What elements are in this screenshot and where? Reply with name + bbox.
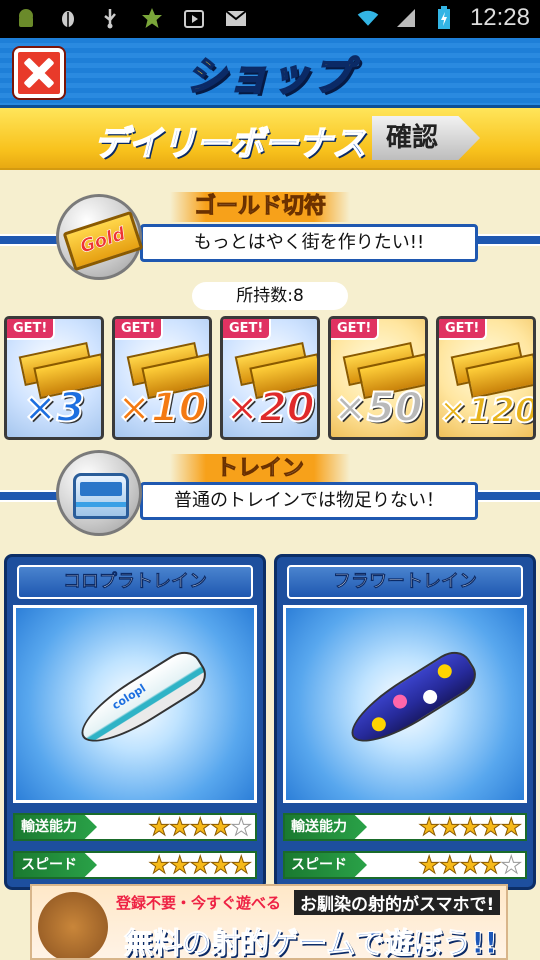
star-filled-icon: ★	[209, 851, 231, 880]
train-image	[283, 605, 527, 803]
gold-ticket-stack-icon	[234, 342, 310, 386]
pack-multiplier: ×20	[224, 384, 315, 432]
star-filled-icon: ★	[168, 851, 190, 880]
shop-header: ショップ	[0, 38, 540, 108]
gold-ticket-stack-icon	[18, 342, 94, 386]
android-icon	[14, 6, 38, 30]
get-tag: GET!	[115, 319, 164, 340]
star-filled-icon: ★	[479, 851, 501, 880]
gold-ticket-badge: Gold	[56, 194, 144, 280]
gold-pack-3[interactable]: GET! ×3	[4, 316, 104, 440]
pack-multiplier: ×120	[439, 390, 536, 432]
gmail-icon	[224, 6, 248, 30]
star-filled-icon: ★	[189, 851, 211, 880]
get-tag: GET!	[331, 319, 380, 340]
star-filled-icon: ★	[230, 851, 252, 880]
bear-mascot-icon	[38, 892, 108, 958]
train-badge	[56, 450, 142, 536]
star-filled-icon: ★	[438, 813, 460, 842]
train-card-colopl[interactable]: コロプラトレイン colopl 輸送能力 ★★★★★ スピード ★★★★★	[4, 554, 266, 890]
stat-capacity: 輸送能力 ★★★★★	[13, 813, 257, 842]
flower-train-illustration	[340, 644, 484, 756]
star-filled-icon: ★	[459, 813, 481, 842]
star-empty-icon: ★	[230, 813, 252, 842]
star-empty-icon: ★	[500, 851, 522, 880]
star-filled-icon: ★	[500, 813, 522, 842]
holding-count: 所持数:8	[192, 282, 348, 310]
pack-multiplier: ×10	[116, 384, 207, 432]
star-filled-icon: ★	[418, 851, 440, 880]
gold-section-message: もっとはやく街を作りたい!!	[140, 224, 478, 262]
battery-icon	[432, 6, 456, 30]
train-name: コロプラトレイン	[17, 565, 253, 599]
train-card-flower[interactable]: フラワートレイン 輸送能力 ★★★★★ スピード ★★★★★	[274, 554, 536, 890]
star-filled-icon: ★	[189, 813, 211, 842]
ad-headline: 無料の射的ゲームで遊ぼう!!	[124, 926, 499, 960]
stat-label: スピード	[15, 853, 97, 877]
rating-stars: ★★★★★	[418, 813, 523, 842]
rating-stars: ★★★★★	[148, 851, 253, 880]
flower-icon	[435, 661, 455, 681]
stat-label: 輸送能力	[15, 815, 97, 839]
flower-icon	[420, 687, 440, 707]
flower-icon	[369, 714, 389, 734]
star-filled-icon: ★	[459, 851, 481, 880]
play-store-icon	[182, 6, 206, 30]
star-filled-icon: ★	[148, 851, 170, 880]
flower-icon	[390, 691, 410, 712]
gold-ticket-stack-icon	[450, 342, 526, 386]
stat-speed: スピード ★★★★★	[13, 851, 257, 880]
status-bar: 12:28	[0, 0, 540, 38]
rating-stars: ★★★★★	[148, 813, 253, 842]
star-filled-icon: ★	[168, 813, 190, 842]
page-title: ショップ	[185, 53, 354, 101]
gold-ticket-icon: Gold	[62, 210, 144, 272]
gold-section-title: ゴールド切符	[170, 192, 350, 222]
daily-bonus-label: デイリーボーナス	[93, 123, 367, 165]
stat-label: 輸送能力	[285, 815, 367, 839]
star-filled-icon: ★	[418, 813, 440, 842]
star-filled-icon: ★	[479, 813, 501, 842]
train-name: フラワートレイン	[287, 565, 523, 599]
stat-speed: スピード ★★★★★	[283, 851, 527, 880]
get-tag: GET!	[7, 319, 56, 340]
get-tag: GET!	[439, 319, 488, 340]
ad-tagline: 登録不要・今すぐ遊べる	[116, 894, 282, 912]
stat-capacity: 輸送能力 ★★★★★	[283, 813, 527, 842]
confirm-button-label: 確認	[386, 123, 439, 153]
gold-pack-50[interactable]: GET! ×50	[328, 316, 428, 440]
clock: 12:28	[469, 4, 530, 31]
ad-subtitle: お馴染の射的がスマホで!	[294, 890, 501, 915]
colopl-train-illustration: colopl	[70, 644, 214, 756]
confirm-button[interactable]: 確認	[372, 116, 480, 160]
get-tag: GET!	[223, 319, 272, 340]
train-section-title: トレイン	[170, 454, 350, 484]
pack-multiplier: ×3	[22, 384, 85, 432]
gold-ticket-stack-icon	[342, 342, 418, 386]
gold-pack-120[interactable]: GET! ×120	[436, 316, 536, 440]
train-logo: colopl	[109, 681, 149, 713]
gold-pack-10[interactable]: GET! ×10	[112, 316, 212, 440]
star-icon	[140, 6, 164, 30]
daily-bonus-bar: デイリーボーナス 確認	[0, 108, 540, 170]
train-section-message: 普通のトレインでは物足りない！	[140, 482, 478, 520]
gold-ticket-stack-icon	[126, 342, 202, 386]
rating-stars: ★★★★★	[418, 851, 523, 880]
ad-banner[interactable]: 登録不要・今すぐ遊べる お馴染の射的がスマホで! 無料の射的ゲームで遊ぼう!!	[30, 884, 508, 960]
wifi-icon	[356, 6, 380, 30]
bug-icon	[56, 6, 80, 30]
train-image: colopl	[13, 605, 257, 803]
stat-label: スピード	[285, 853, 367, 877]
signal-icon	[394, 6, 418, 30]
star-filled-icon: ★	[209, 813, 231, 842]
gold-pack-20[interactable]: GET! ×20	[220, 316, 320, 440]
pack-multiplier: ×50	[332, 384, 423, 432]
usb-icon	[98, 6, 122, 30]
train-icon	[73, 473, 129, 519]
gold-pack-list: GET! ×3 GET! ×10 GET! ×20 GET! ×50 GET! …	[4, 316, 536, 440]
star-filled-icon: ★	[438, 851, 460, 880]
star-filled-icon: ★	[148, 813, 170, 842]
